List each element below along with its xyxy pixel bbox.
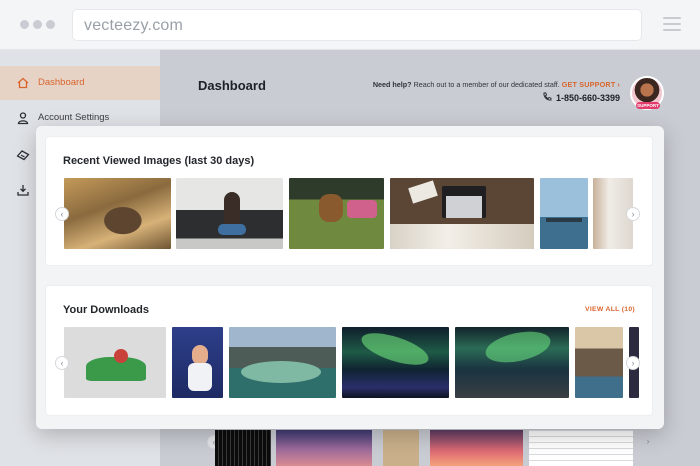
thumbnail[interactable] xyxy=(64,327,166,398)
thumbnail[interactable] xyxy=(529,430,633,466)
user-icon xyxy=(17,112,29,125)
thumbnail[interactable] xyxy=(289,178,384,249)
ticket-icon xyxy=(16,150,30,161)
background-thumbnail-strip xyxy=(213,430,683,466)
download-icon xyxy=(17,185,29,196)
thumbnail[interactable] xyxy=(215,430,271,466)
help-message: Reach out to a member of our dedicated s… xyxy=(413,80,560,89)
hamburger-icon[interactable] xyxy=(663,17,681,32)
thumbnail[interactable] xyxy=(229,327,336,398)
thumbnail[interactable] xyxy=(540,178,588,249)
thumbnail[interactable] xyxy=(575,327,623,398)
sidebar-item-label: Account Settings xyxy=(38,112,110,123)
help-bold: Need help? xyxy=(372,80,412,89)
thumbnail[interactable] xyxy=(176,178,283,249)
help-text: Need help? Reach out to a member of our … xyxy=(373,80,620,89)
thumbnail[interactable] xyxy=(430,430,523,466)
thumbnail[interactable] xyxy=(64,178,171,249)
downloads-prev-button[interactable]: ‹ xyxy=(55,356,69,370)
thumbnail[interactable] xyxy=(276,430,372,466)
phone-icon xyxy=(543,92,552,101)
recent-images-card: Recent Viewed Images (last 30 days) ‹ › … xyxy=(36,126,664,429)
get-support-link[interactable]: GET SUPPORT xyxy=(562,80,616,89)
window-dot-icon xyxy=(46,20,55,29)
recent-prev-button[interactable]: ‹ xyxy=(55,207,69,221)
recent-next-button[interactable]: › xyxy=(626,207,640,221)
window-dot-icon xyxy=(20,20,29,29)
window-dot-icon xyxy=(33,20,42,29)
page-title: Dashboard xyxy=(198,78,266,93)
section-title: Your Downloads xyxy=(63,304,149,316)
thumbnail[interactable] xyxy=(342,327,449,398)
sidebar-item-dashboard[interactable]: Dashboard xyxy=(0,66,160,100)
recent-viewed-section: Recent Viewed Images (last 30 days) ‹ › xyxy=(46,137,652,265)
thumbnail[interactable] xyxy=(383,430,419,466)
avatar-badge: SUPPORT xyxy=(636,102,660,109)
thumbnail[interactable] xyxy=(455,327,569,398)
downloads-section: Your Downloads VIEW ALL (10) ‹ › xyxy=(46,286,652,415)
sidebar-item-label: Dashboard xyxy=(38,77,85,88)
address-bar[interactable]: vecteezy.com xyxy=(72,9,642,41)
url-text: vecteezy.com xyxy=(84,17,184,34)
thumbnail[interactable] xyxy=(390,178,534,249)
app-window: vecteezy.com Dashboard Account Settings … xyxy=(0,0,700,466)
section-title: Recent Viewed Images (last 30 days) xyxy=(63,155,255,167)
support-phone[interactable]: 1-850-660-3399 xyxy=(542,92,620,103)
browser-toolbar: vecteezy.com xyxy=(0,0,700,50)
home-icon xyxy=(17,77,29,89)
view-all-link[interactable]: VIEW ALL (10) xyxy=(585,306,635,313)
chevron-right-icon: › xyxy=(617,80,620,89)
thumbnail[interactable] xyxy=(172,327,223,398)
downloads-next-button[interactable]: › xyxy=(626,356,640,370)
phone-number: 1-850-660-3399 xyxy=(555,93,620,103)
